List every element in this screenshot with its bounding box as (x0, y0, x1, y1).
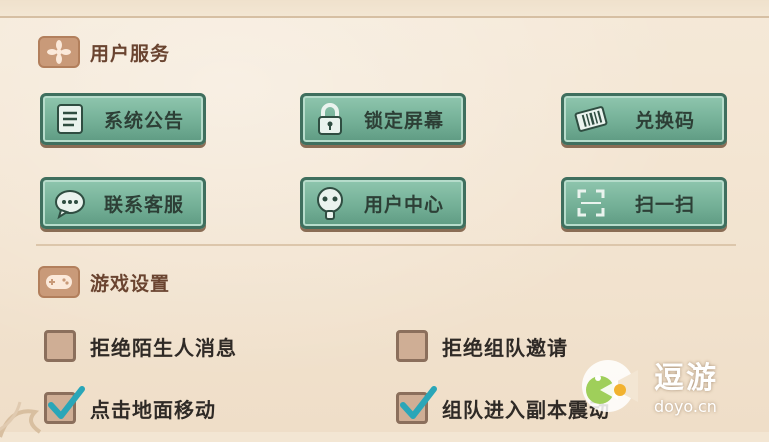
checkbox-checked[interactable] (396, 386, 437, 424)
settings-panel: 用户服务 系统公告 锁定屏幕 兑换码 联系客服 用户中心 扫一扫 游戏设置 拒绝… (0, 0, 769, 438)
chat-icon (47, 180, 93, 226)
gamepad-icon (38, 266, 80, 298)
scan-button[interactable]: 扫一扫 (561, 177, 727, 229)
watermark-name: 逗游 (654, 360, 718, 396)
section-divider (36, 244, 736, 246)
redeem-code-button[interactable]: 兑换码 (561, 93, 727, 145)
option-tap-ground-move[interactable]: 点击地面移动 (44, 386, 216, 424)
ticket-icon (568, 96, 614, 142)
top-divider (0, 0, 769, 18)
contact-support-button[interactable]: 联系客服 (40, 177, 206, 229)
flower-icon (38, 36, 80, 68)
user-center-button[interactable]: 用户中心 (300, 177, 466, 229)
lock-screen-button[interactable]: 锁定屏幕 (300, 93, 466, 145)
option-reject-stranger-messages[interactable]: 拒绝陌生人消息 (44, 330, 237, 362)
checkbox[interactable] (396, 330, 428, 362)
button-label: 用户中心 (363, 193, 444, 216)
button-label: 联系客服 (103, 193, 184, 216)
doyo-logo-icon (582, 360, 638, 412)
watermark-url: doyo.cn (654, 396, 717, 416)
notice-icon (47, 96, 93, 142)
section-title: 用户服务 (90, 42, 171, 65)
lock-icon (307, 96, 353, 142)
check-icon (400, 386, 437, 419)
section-game-settings-header: 游戏设置 (38, 266, 170, 298)
checkbox[interactable] (44, 330, 76, 362)
corner-ornament-icon (0, 401, 42, 438)
section-user-services-header: 用户服务 (38, 36, 170, 68)
option-label: 拒绝陌生人消息 (90, 335, 237, 360)
section-title: 游戏设置 (90, 272, 171, 295)
button-label: 锁定屏幕 (363, 109, 444, 132)
button-label: 兑换码 (634, 109, 695, 132)
option-label: 点击地面移动 (90, 397, 216, 422)
system-notice-button[interactable]: 系统公告 (40, 93, 206, 145)
scan-icon (568, 180, 614, 226)
watermark: 逗游 doyo.cn (578, 344, 748, 424)
button-label: 扫一扫 (634, 193, 695, 216)
option-reject-team-invites[interactable]: 拒绝组队邀请 (396, 330, 568, 362)
user-icon (307, 180, 353, 226)
option-label: 拒绝组队邀请 (442, 335, 568, 360)
button-label: 系统公告 (103, 109, 184, 132)
